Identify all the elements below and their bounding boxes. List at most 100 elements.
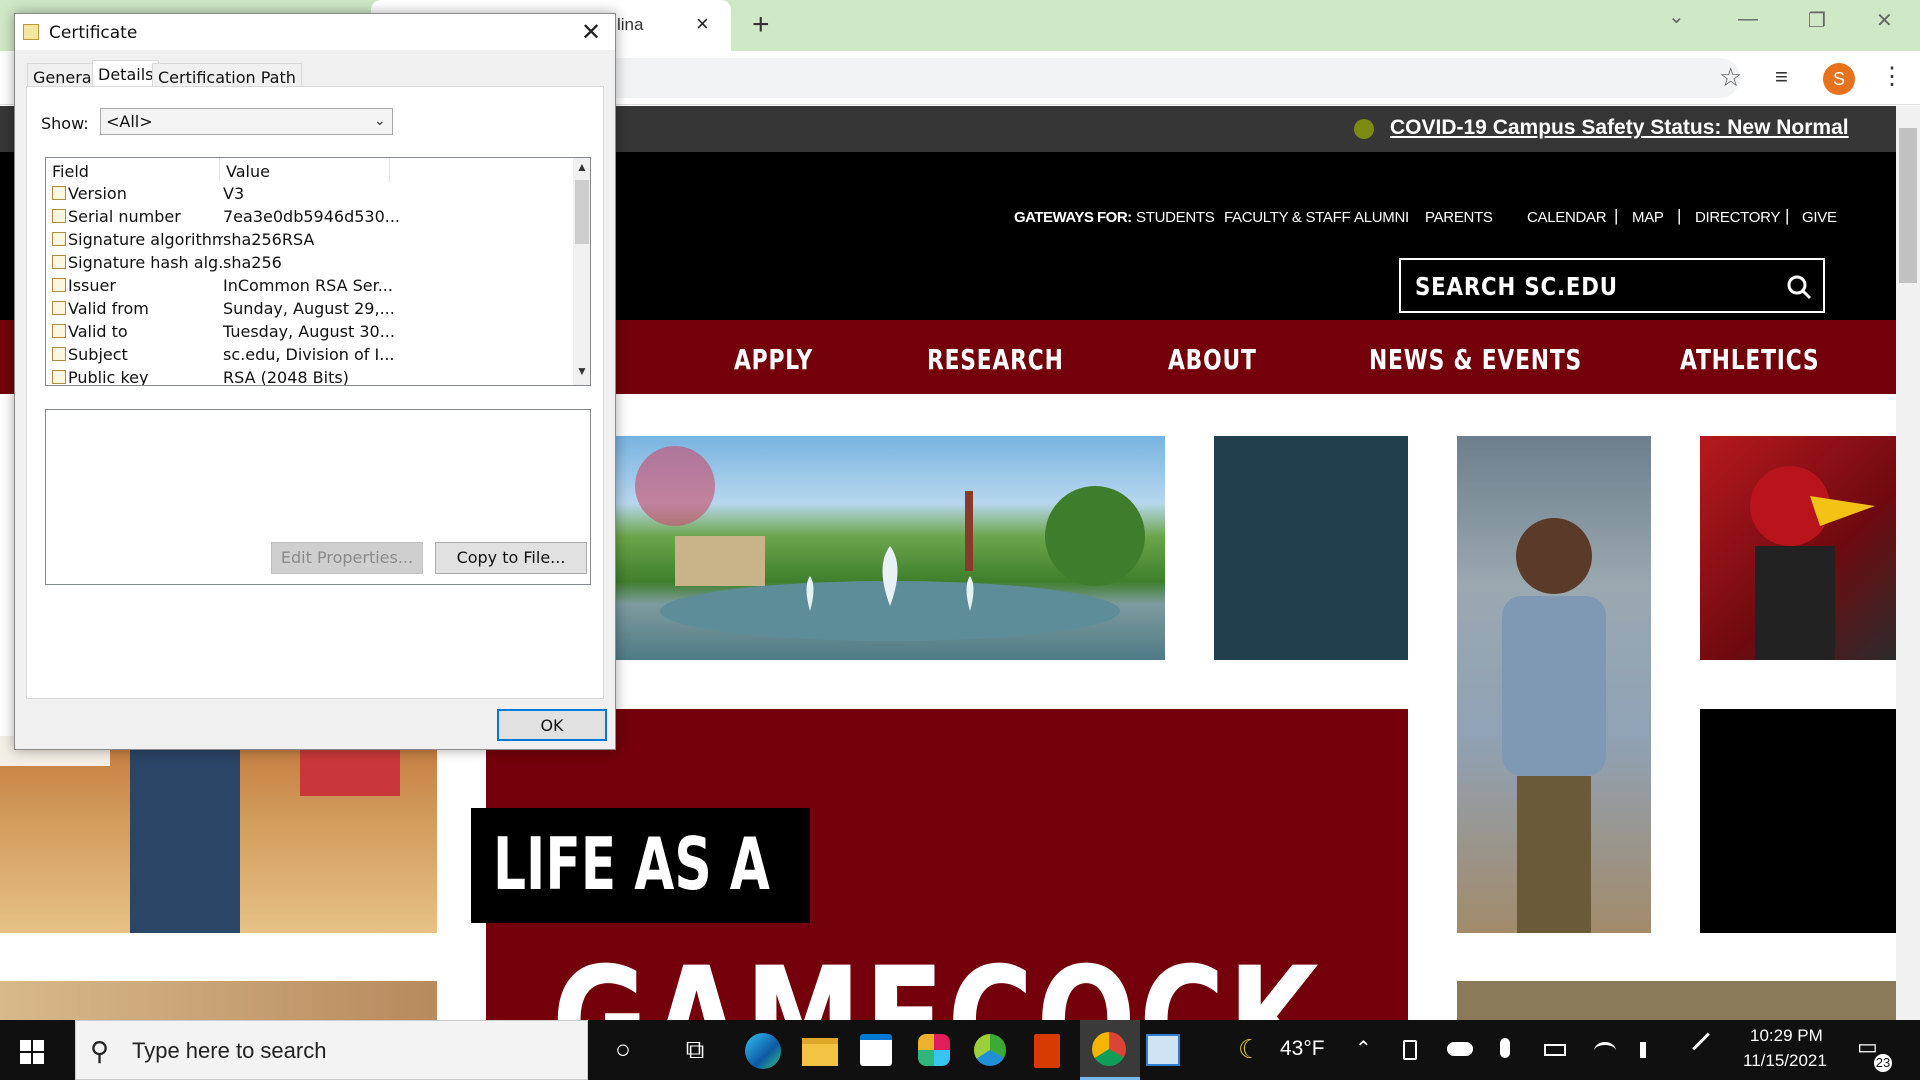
nav-news-events[interactable]: NEWS & EVENTS [1369,343,1582,376]
edit-properties-button[interactable]: Edit Properties... [271,542,423,574]
column-header-value[interactable]: Value [226,162,270,181]
nav-about[interactable]: ABOUT [1168,343,1257,376]
media-control-icon[interactable]: ≡ [1775,64,1788,90]
page-scrollbar-thumb[interactable] [1899,128,1917,283]
app-icon[interactable] [974,1034,1006,1066]
wifi-icon[interactable] [1594,1042,1616,1060]
campus-fountain-image[interactable] [615,436,1165,660]
bottom-left-photo[interactable] [0,981,437,1020]
column-header-field[interactable]: Field [52,162,89,181]
show-label: Show: [41,114,89,133]
student-photo[interactable] [1457,436,1651,933]
hero-label-box: LIFE AS A [471,808,810,923]
minimize-button[interactable]: — [1738,8,1758,31]
fields-list[interactable]: Field Value Version V3 Serial number 7ea3e… [45,157,591,386]
field-row[interactable]: Signature algorithm sha256RSA [46,228,566,251]
gateway-faculty-link[interactable]: FACULTY & STAFF [1224,209,1351,226]
field-row[interactable]: Serial number 7ea3e0db5946d530... [46,205,566,228]
show-selected-value: <All> [106,112,153,131]
nav-apply[interactable]: APPLY [734,343,813,376]
browser-menu-icon[interactable]: ⋮ [1880,62,1904,91]
column-divider[interactable] [389,158,390,182]
clock-time[interactable]: 10:29 PM [1750,1026,1823,1046]
tab-details[interactable]: Details [92,60,160,87]
window-close-button[interactable]: ✕ [1876,8,1893,33]
file-explorer-icon[interactable] [802,1038,838,1066]
weather-temp[interactable]: 43°F [1280,1037,1325,1061]
microphone-icon[interactable] [1500,1038,1510,1058]
restore-button[interactable]: ❐ [1808,8,1826,33]
field-icon [52,186,66,200]
hero-line-1: LIFE AS A [493,822,770,906]
column-divider[interactable] [219,158,220,182]
gateway-parents-link[interactable]: PARENTS [1425,209,1493,226]
search-icon[interactable] [1786,274,1812,300]
tab-certification-path[interactable]: Certification Path [152,63,302,87]
directory-link[interactable]: DIRECTORY [1695,209,1780,226]
edge-icon[interactable] [745,1033,781,1069]
dialog-close-button[interactable]: ✕ [581,18,601,47]
field-row[interactable]: Issuer InCommon RSA Ser... [46,274,566,297]
calendar-link[interactable]: CALENDAR [1527,209,1607,226]
black-tile[interactable] [1700,709,1896,933]
ok-button[interactable]: OK [497,709,607,741]
show-dropdown[interactable]: <All> ⌄ [100,108,393,135]
battery-icon[interactable] [1544,1044,1566,1056]
teal-tile[interactable] [1214,436,1408,660]
store-icon[interactable] [860,1034,892,1066]
tab-search-icon[interactable]: ⌄ [1668,4,1685,29]
covid-status-link[interactable]: COVID-19 Campus Safety Status: New Norma… [1390,116,1849,140]
field-value: sha256 [223,253,282,272]
nav-athletics[interactable]: ATHLETICS [1680,343,1819,376]
cortana-icon[interactable]: ○ [603,1034,643,1065]
fields-scrollbar-thumb[interactable] [575,180,589,244]
meet-now-icon[interactable] [1403,1040,1417,1060]
pen-icon[interactable] [1692,1032,1710,1051]
bottom-right-photo[interactable] [1457,981,1896,1020]
notification-center-icon[interactable]: ▭ [1857,1034,1878,1060]
profile-avatar[interactable]: S [1823,63,1855,95]
field-icon [52,370,66,384]
chrome-taskbar-button[interactable] [1080,1020,1140,1080]
certificate-dialog: Certificate ✕ General Details Certificat… [14,13,616,750]
tab-general[interactable]: General [27,63,103,87]
field-name: Valid from [68,299,149,318]
field-row[interactable]: Public key RSA (2048 Bits) [46,366,566,385]
site-search-box[interactable]: SEARCH SC.EDU [1399,258,1825,313]
bookmark-star-icon[interactable]: ☆ [1719,62,1742,93]
chevron-up-icon[interactable]: ⌃ [1355,1036,1372,1061]
field-row[interactable]: Subject sc.edu, Division of I... [46,343,566,366]
classroom-photo[interactable] [0,736,437,933]
mascot-photo[interactable] [1700,436,1896,660]
map-link[interactable]: MAP [1632,209,1664,226]
field-row[interactable]: Valid from Sunday, August 29,... [46,297,566,320]
field-name: Serial number [68,207,181,226]
certificate-app-icon[interactable] [1146,1034,1180,1066]
dialog-titlebar[interactable]: Certificate ✕ [15,14,615,50]
tab-close-icon[interactable]: × [696,11,709,37]
volume-icon[interactable] [1640,1042,1654,1058]
gateway-students-link[interactable]: STUDENTS [1136,209,1215,226]
scroll-up-icon[interactable]: ▲ [576,160,588,174]
address-bar[interactable] [600,58,1740,98]
taskbar-search-box[interactable]: ⚲ Type here to search [75,1020,588,1080]
slack-icon[interactable] [918,1034,950,1066]
task-view-icon[interactable]: ⧉ [675,1034,715,1066]
field-row[interactable]: Signature hash alg... sha256 [46,251,566,274]
windows-start-icon[interactable] [20,1040,44,1064]
clock-date[interactable]: 11/15/2021 [1743,1051,1827,1071]
new-tab-button[interactable]: + [752,8,770,42]
moon-icon: ☾ [1238,1034,1262,1064]
search-icon: ⚲ [90,1036,110,1066]
scroll-down-icon[interactable]: ▼ [576,364,588,378]
office-icon[interactable] [1034,1034,1060,1068]
copy-to-file-button[interactable]: Copy to File... [435,542,587,574]
field-row[interactable]: Version V3 [46,182,566,205]
field-value: InCommon RSA Ser... [223,276,393,295]
field-value: sha256RSA [223,230,315,249]
give-link[interactable]: GIVE [1802,209,1837,226]
nav-research[interactable]: RESEARCH [927,343,1064,376]
field-row[interactable]: Valid to Tuesday, August 30... [46,320,566,343]
onedrive-icon[interactable] [1447,1042,1473,1056]
gateway-alumni-link[interactable]: ALUMNI [1354,209,1409,226]
